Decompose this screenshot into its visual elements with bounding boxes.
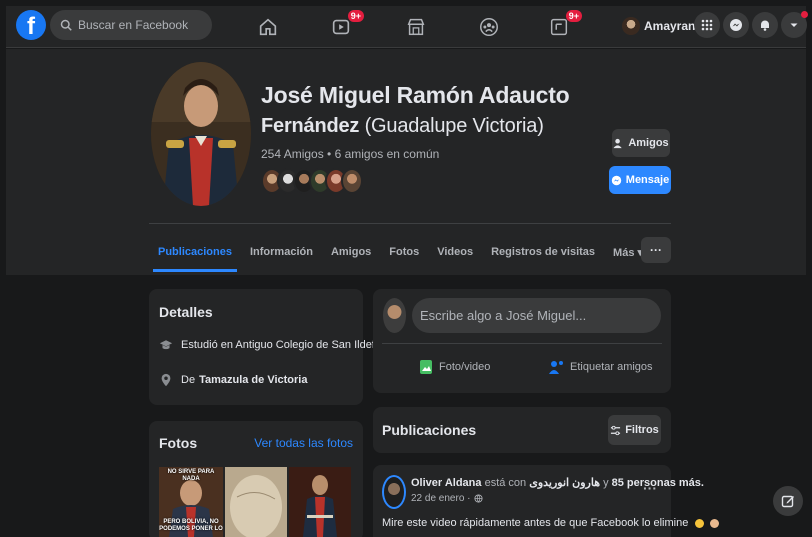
messenger-button[interactable] [723, 12, 749, 38]
tab-publicaciones[interactable]: Publicaciones [149, 232, 241, 272]
tab-amigos[interactable]: Amigos [322, 232, 380, 272]
photo-video-label: Foto/video [439, 361, 491, 373]
mutual-friends-avatars[interactable] [261, 168, 363, 194]
nav-home[interactable] [255, 14, 281, 40]
post-date-text: 22 de enero · [411, 493, 471, 504]
graduation-cap-icon [159, 340, 173, 350]
composer-avatar[interactable] [383, 298, 406, 333]
mutual-friend-avatar[interactable] [341, 168, 363, 194]
profile-name-line2: Fernández (Guadalupe Victoria) [261, 115, 544, 138]
notifications-button[interactable] [752, 12, 778, 38]
account-alert-dot [801, 11, 808, 18]
tab-videos[interactable]: Videos [428, 232, 482, 272]
bell-icon [761, 20, 769, 31]
groups-icon [480, 18, 498, 36]
messenger-icon [611, 175, 621, 185]
profile-alternate-name: (Guadalupe Victoria) [364, 115, 544, 137]
marketplace-icon [407, 18, 425, 36]
message-button-label: Mensaje [625, 174, 670, 186]
nav-watch[interactable]: 9+ [328, 10, 364, 40]
post-header: Oliver Aldana está con هارون انوریدوی y … [411, 476, 704, 489]
detail-hometown-prefix: De [181, 374, 196, 386]
post-timestamp[interactable]: 22 de enero · [411, 493, 483, 504]
details-title: Detalles [159, 304, 213, 320]
detail-hometown-link[interactable]: Tamazula de Victoria [199, 374, 307, 386]
menu-button[interactable] [694, 12, 720, 38]
post-options-button[interactable]: ··· [643, 480, 657, 496]
emoji-icon [710, 518, 720, 528]
profile-picture[interactable] [151, 62, 251, 206]
nav-gaming[interactable]: 9+ [546, 10, 582, 40]
post-with-text: está con [484, 477, 527, 489]
header-divider [149, 223, 671, 224]
location-pin-icon [161, 373, 171, 387]
user-avatar [622, 17, 640, 35]
photo-icon [420, 360, 432, 374]
photo-video-button[interactable]: Foto/video [419, 359, 490, 375]
messenger-icon [730, 19, 742, 31]
post-body: Mire este video rápidamente antes de que… [382, 517, 720, 529]
composer-input[interactable]: Escribe algo a José Miguel... [412, 298, 661, 333]
user-name: Amayrani [644, 19, 699, 33]
detail-education-text: Estudió en Antiguo Colegio de San Ildefo… [181, 339, 399, 351]
post-body-text: Mire este video rápidamente antes de que… [382, 517, 689, 529]
profile-surname: Fernández [261, 115, 360, 137]
composer-divider [382, 343, 662, 344]
photos-title: Fotos [159, 435, 198, 451]
search-input[interactable]: Buscar en Facebook [78, 18, 188, 32]
tag-friends-label: Etiquetar amigos [570, 361, 653, 373]
nav-marketplace[interactable] [403, 14, 429, 40]
detail-hometown: De Tamazula de Victoria [159, 373, 307, 387]
tab-informacion[interactable]: Información [241, 232, 322, 272]
posts-title: Publicaciones [382, 422, 477, 438]
facebook-logo[interactable]: f [16, 10, 46, 40]
watch-badge: 9+ [347, 10, 364, 22]
post-and-text: y [603, 477, 609, 489]
friend-check-icon [613, 138, 623, 148]
post-tagged-others[interactable]: 85 personas más. [612, 477, 704, 489]
home-icon [259, 18, 277, 36]
profile-name-line1: José Miguel Ramón Adaucto [261, 82, 570, 108]
photo-thumbnail[interactable] [225, 467, 287, 537]
friends-count[interactable]: 254 Amigos • 6 amigos en común [261, 147, 439, 161]
search-icon [60, 19, 72, 31]
post-author-name[interactable]: Oliver Aldana [411, 477, 482, 489]
tab-fotos[interactable]: Fotos [380, 232, 428, 272]
nav-groups[interactable] [476, 14, 502, 40]
grid-menu-icon [701, 19, 713, 31]
tab-registros-de-visitas[interactable]: Registros de visitas [482, 232, 604, 272]
emoji-icon [695, 518, 705, 528]
gaming-badge: 9+ [565, 10, 582, 22]
privacy-globe-icon [473, 494, 483, 503]
post-tagged-user[interactable]: هارون انوریدوی [529, 477, 600, 489]
document-photo-image [225, 467, 287, 537]
account-button[interactable] [781, 11, 808, 38]
friends-button-label: Amigos [628, 137, 669, 149]
new-message-button[interactable] [773, 486, 803, 516]
filters-label: Filtros [625, 424, 659, 436]
portrait-image [151, 62, 251, 206]
search-box[interactable]: Buscar en Facebook [50, 10, 212, 40]
photo-thumbnail[interactable]: NO SIRVE PARA NADA PERO BOLIVIA, NO PODE… [159, 467, 223, 537]
friends-button[interactable]: Amigos [612, 129, 670, 157]
details-card: Detalles Estudió en Antiguo Colegio de S… [149, 289, 399, 405]
filters-button[interactable]: Filtros [608, 415, 661, 445]
photo-thumbnail[interactable] [289, 467, 351, 537]
filter-sliders-icon [611, 425, 621, 435]
profile-tabs: Publicaciones Información Amigos Fotos V… [149, 232, 652, 272]
uniform-photo-image [289, 467, 351, 537]
compose-icon [781, 495, 794, 508]
profile-chip[interactable]: Amayrani [618, 12, 703, 40]
message-button[interactable]: Mensaje [609, 166, 671, 194]
photo-caption-top: NO SIRVE PARA NADA [167, 469, 215, 482]
chevron-down-icon [790, 23, 798, 27]
detail-education: Estudió en Antiguo Colegio de San Ildefo… [159, 338, 399, 352]
see-all-photos-link[interactable]: Ver todas las fotos [254, 436, 353, 450]
tag-friends-button[interactable]: Etiquetar amigos [548, 359, 653, 375]
tag-friends-icon [549, 361, 563, 374]
post-author-avatar[interactable] [382, 475, 406, 509]
photo-caption-bottom: PERO BOLIVIA, NO PODEMOS PONER LO [159, 519, 223, 532]
more-options-button[interactable]: ··· [641, 237, 671, 263]
top-navigation-bar: f Buscar en Facebook 9+ 9+ Amayrani [6, 6, 808, 48]
